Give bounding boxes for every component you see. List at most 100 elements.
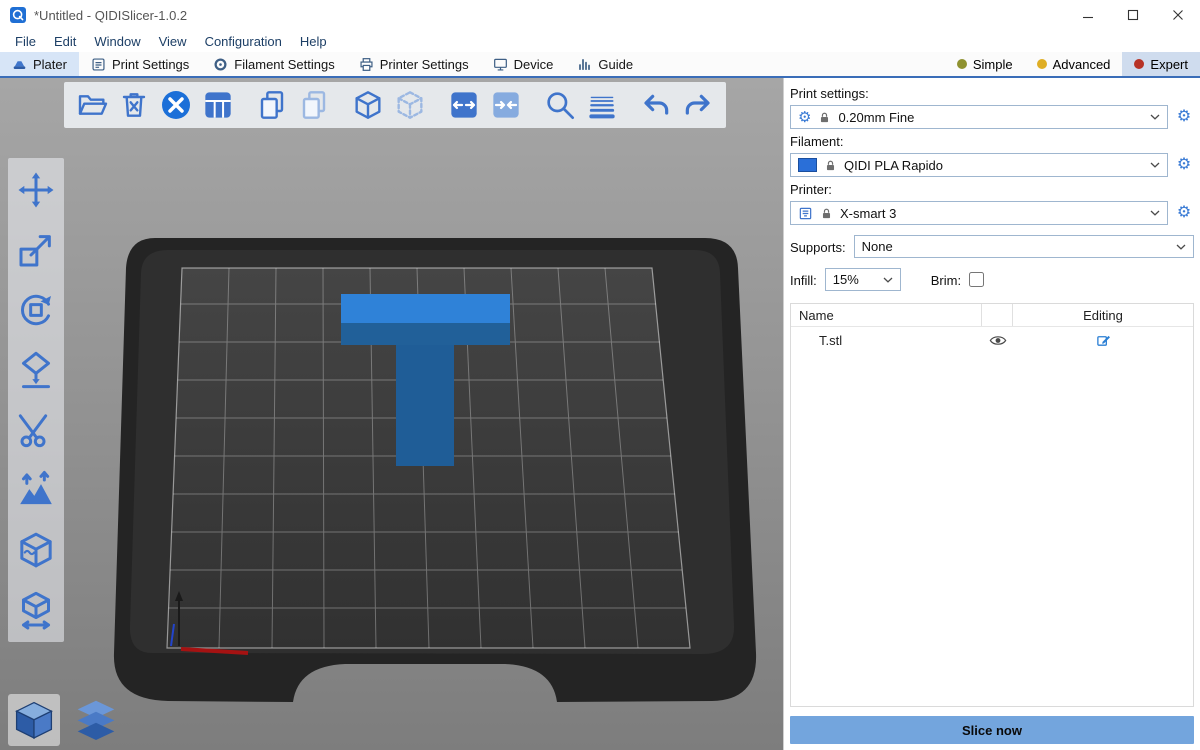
trash-icon	[118, 89, 150, 121]
supports-combo[interactable]: None	[854, 235, 1194, 258]
menu-file[interactable]: File	[6, 32, 45, 51]
print-settings-combo[interactable]: ⚙ 0.20mm Fine	[790, 105, 1168, 129]
visibility-eye-icon[interactable]	[983, 334, 1013, 347]
expert-mode-dot-icon	[1134, 59, 1144, 69]
maximize-button[interactable]	[1110, 0, 1155, 30]
gizmo-place-on-face-button[interactable]	[14, 348, 58, 392]
copy-icon	[256, 89, 288, 121]
infill-combo[interactable]: 15%	[825, 268, 901, 291]
filament-gear-button[interactable]: ⚙	[1174, 157, 1194, 173]
filament-value: QIDI PLA Rapido	[844, 158, 943, 173]
gizmo-rotate-button[interactable]	[14, 288, 58, 332]
measure-icon	[16, 590, 56, 630]
toolbar-gizmos	[8, 158, 64, 642]
print-settings-label: Print settings:	[790, 86, 1194, 101]
chevron-down-icon	[1150, 210, 1160, 216]
gizmo-scale-button[interactable]	[14, 228, 58, 272]
settings-panel: Print settings: ⚙ 0.20mm Fine ⚙ Filament…	[783, 78, 1200, 750]
tab-print-settings[interactable]: Print Settings	[79, 52, 201, 76]
open-button[interactable]	[72, 85, 112, 125]
tab-label: Print Settings	[112, 57, 189, 72]
editor-view-button[interactable]	[8, 694, 60, 746]
printer-icon	[359, 57, 374, 72]
window-controls	[1065, 0, 1200, 30]
add-instance-cube-icon	[352, 89, 384, 121]
brim-checkbox[interactable]	[969, 272, 984, 287]
variable-layer-height-button[interactable]	[582, 85, 622, 125]
object-row[interactable]: T.stl	[791, 327, 1193, 353]
lock-icon	[824, 159, 837, 172]
print-settings-value: 0.20mm Fine	[838, 110, 914, 125]
infill-value: 15%	[833, 272, 859, 287]
column-visibility	[981, 304, 1012, 326]
remove-instance-cube-icon	[394, 89, 426, 121]
qidislicer-window: *Untitled - QIDISlicer-1.0.2 File Edit W…	[0, 0, 1200, 750]
filament-combo[interactable]: QIDI PLA Rapido	[790, 153, 1168, 177]
scene-canvas[interactable]	[0, 78, 783, 750]
menu-window[interactable]: Window	[85, 32, 149, 51]
add-instance-button[interactable]	[348, 85, 388, 125]
gizmo-seam-button[interactable]	[14, 528, 58, 572]
split-to-parts-button[interactable]	[486, 85, 526, 125]
printer-mini-icon	[798, 206, 813, 221]
paint-supports-icon	[16, 470, 56, 510]
lock-icon	[818, 111, 831, 124]
redo-button[interactable]	[678, 85, 718, 125]
mode-advanced[interactable]: Advanced	[1025, 52, 1123, 76]
gizmo-measure-button[interactable]	[14, 588, 58, 632]
viewport-3d[interactable]	[0, 78, 783, 750]
object-list-header: Name Editing	[791, 304, 1193, 327]
gizmo-cut-button[interactable]	[14, 408, 58, 452]
tab-plater[interactable]: Plater	[0, 52, 79, 76]
view-cube-icon	[12, 698, 56, 742]
mode-simple[interactable]: Simple	[945, 52, 1025, 76]
split-to-objects-button[interactable]	[444, 85, 484, 125]
titlebar: *Untitled - QIDISlicer-1.0.2	[0, 0, 1200, 30]
printer-gear-button[interactable]: ⚙	[1174, 205, 1194, 221]
move-icon	[16, 170, 56, 210]
tab-guide[interactable]: Guide	[565, 52, 645, 76]
tab-filament-settings[interactable]: Filament Settings	[201, 52, 346, 76]
search-button[interactable]	[540, 85, 580, 125]
edit-object-icon[interactable]	[1013, 333, 1193, 348]
remove-instance-button[interactable]	[390, 85, 430, 125]
layers-stack-icon	[74, 698, 118, 742]
menu-help[interactable]: Help	[291, 32, 336, 51]
app-logo-icon	[10, 7, 26, 23]
print-settings-gear-button[interactable]: ⚙	[1174, 109, 1194, 125]
place-on-face-icon	[16, 350, 56, 390]
printer-combo[interactable]: X-smart 3	[790, 201, 1168, 225]
close-button[interactable]	[1155, 0, 1200, 30]
filament-label: Filament:	[790, 134, 1194, 149]
gear-icon: ⚙	[798, 110, 811, 125]
print-settings-icon	[91, 57, 106, 72]
delete-all-button[interactable]	[156, 85, 196, 125]
undo-arrow-icon	[640, 89, 672, 121]
seam-icon	[16, 530, 56, 570]
view-mode-buttons	[8, 694, 122, 746]
slice-now-button[interactable]: Slice now	[790, 716, 1194, 744]
tab-printer-settings[interactable]: Printer Settings	[347, 52, 481, 76]
supports-label: Supports:	[790, 240, 846, 255]
menu-configuration[interactable]: Configuration	[196, 32, 291, 51]
arrange-button[interactable]	[198, 85, 238, 125]
delete-button[interactable]	[114, 85, 154, 125]
menu-edit[interactable]: Edit	[45, 32, 85, 51]
guide-bars-icon	[577, 57, 592, 72]
gizmo-paint-supports-button[interactable]	[14, 468, 58, 512]
open-folder-icon	[76, 89, 108, 121]
object-list: Name Editing T.stl	[790, 303, 1194, 707]
window-title: *Untitled - QIDISlicer-1.0.2	[34, 8, 187, 23]
tab-device[interactable]: Device	[481, 52, 566, 76]
copy-button[interactable]	[252, 85, 292, 125]
menu-view[interactable]: View	[150, 32, 196, 51]
minimize-button[interactable]	[1065, 0, 1110, 30]
object-name: T.stl	[791, 333, 983, 348]
tab-label: Guide	[598, 57, 633, 72]
mode-expert[interactable]: Expert	[1122, 52, 1200, 76]
paste-button[interactable]	[294, 85, 334, 125]
preview-layers-button[interactable]	[70, 694, 122, 746]
undo-button[interactable]	[636, 85, 676, 125]
column-editing: Editing	[1012, 304, 1193, 326]
gizmo-move-button[interactable]	[14, 168, 58, 212]
